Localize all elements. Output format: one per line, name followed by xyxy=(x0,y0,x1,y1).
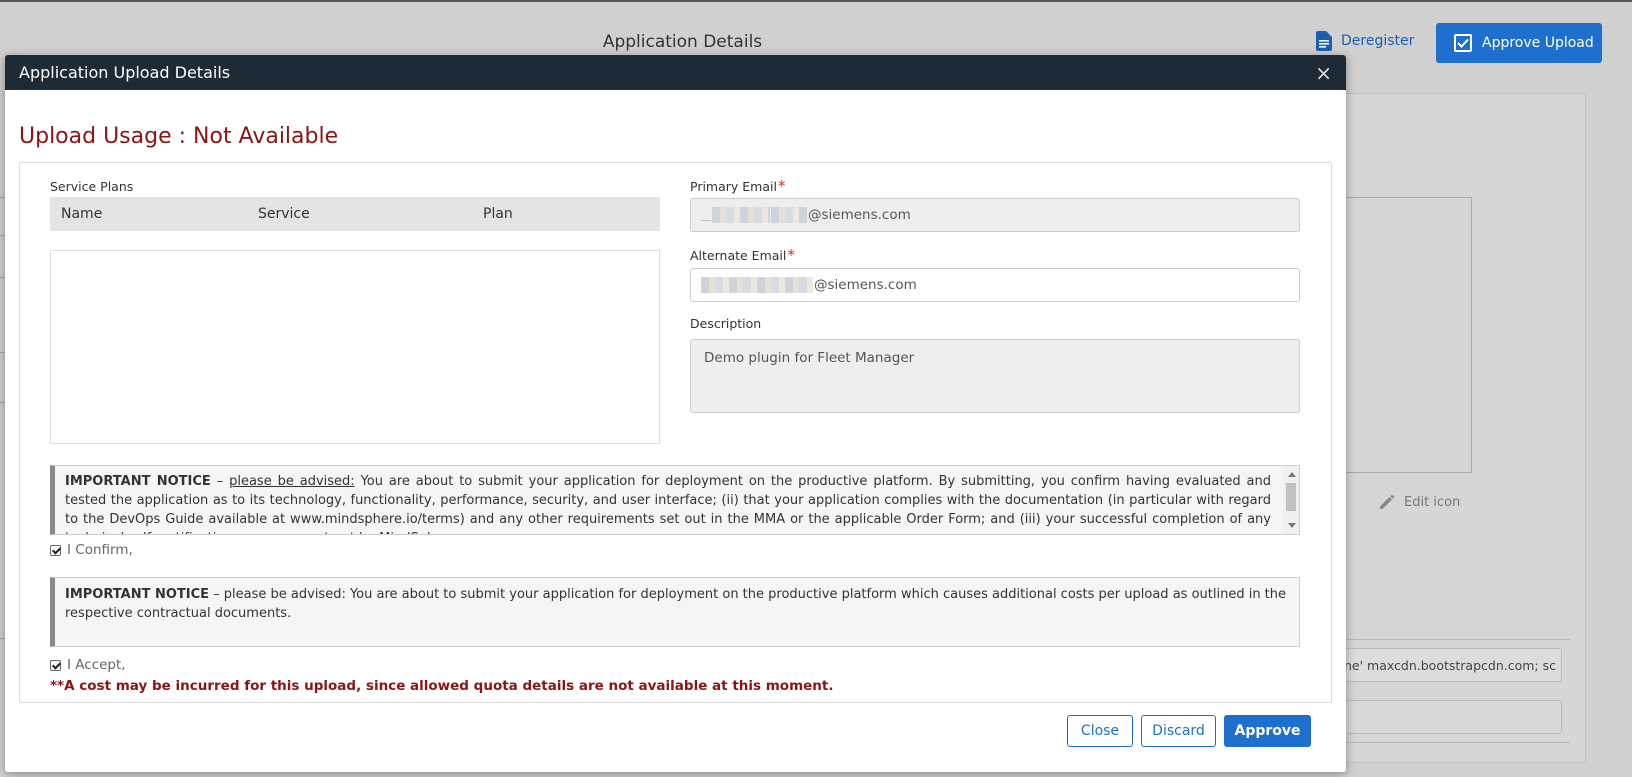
redacted-text xyxy=(771,207,807,223)
divider xyxy=(1340,742,1570,743)
csp-field[interactable]: ne' maxcdn.bootstrapcdn.com; sc xyxy=(1340,648,1562,682)
primary-email-domain: @siemens.com xyxy=(808,207,911,223)
document-icon xyxy=(1316,31,1332,51)
confirm-checkbox-row[interactable]: I Confirm, xyxy=(50,542,133,558)
approve-button[interactable]: Approve xyxy=(1224,715,1311,747)
confirm-label: I Confirm, xyxy=(67,542,133,558)
alternate-email-label: Alternate Email* xyxy=(690,246,795,264)
background-page-title: Application Details xyxy=(602,32,763,52)
service-plans-table-body xyxy=(50,250,660,444)
app-icon-preview xyxy=(1336,197,1472,473)
close-button[interactable]: Close xyxy=(1067,715,1133,747)
modal-title: Application Upload Details xyxy=(19,63,231,82)
important-notice-scrollbox[interactable]: IMPORTANT NOTICE – please be advised: Yo… xyxy=(50,465,1300,535)
column-header-name: Name xyxy=(61,206,103,222)
service-plans-label: Service Plans xyxy=(50,179,134,194)
scroll-down-icon[interactable] xyxy=(1288,523,1296,528)
modal-header: Application Upload Details × xyxy=(5,55,1346,90)
primary-email-field[interactable]: @siemens.com xyxy=(690,198,1300,232)
confirm-checkbox[interactable] xyxy=(50,544,61,556)
scroll-thumb[interactable] xyxy=(1286,483,1296,511)
pencil-icon xyxy=(1380,494,1395,509)
details-content: Service Plans Name Service Plan Primary … xyxy=(19,162,1332,703)
required-mark: * xyxy=(777,177,786,195)
divider xyxy=(1340,639,1570,640)
required-mark: * xyxy=(787,246,795,264)
column-header-plan: Plan xyxy=(483,206,513,222)
edit-icon-link[interactable]: Edit icon xyxy=(1378,493,1460,511)
deregister-label: Deregister xyxy=(1341,33,1415,49)
deregister-link[interactable]: Deregister xyxy=(1316,31,1414,51)
accept-label: I Accept, xyxy=(67,657,126,673)
checkbox-icon xyxy=(1454,34,1472,52)
description-field[interactable]: Demo plugin for Fleet Manager xyxy=(690,339,1300,413)
primary-email-label: Primary Email* xyxy=(690,177,786,195)
accept-checkbox-row[interactable]: I Accept, xyxy=(50,657,126,673)
redacted-text xyxy=(701,219,711,221)
approve-upload-label: Approve Upload xyxy=(1482,35,1594,51)
upload-details-modal: Application Upload Details × Upload Usag… xyxy=(5,55,1346,772)
notice-scrollbar[interactable] xyxy=(1283,466,1299,534)
scroll-up-icon[interactable] xyxy=(1288,472,1296,477)
background-field[interactable] xyxy=(1340,700,1562,734)
close-icon[interactable]: × xyxy=(1315,61,1332,85)
cost-notice-text: IMPORTANT NOTICE – please be advised: Yo… xyxy=(65,587,1287,621)
approve-upload-button[interactable]: Approve Upload xyxy=(1436,23,1602,63)
redacted-text xyxy=(712,207,770,223)
cost-notice-box: IMPORTANT NOTICE – please be advised: Yo… xyxy=(50,577,1300,647)
upload-usage-heading: Upload Usage : Not Available xyxy=(19,124,339,149)
redacted-text xyxy=(701,277,813,293)
cost-warning-text: **A cost may be incurred for this upload… xyxy=(50,678,834,694)
service-plans-table-header: Name Service Plan xyxy=(50,197,660,231)
discard-button[interactable]: Discard xyxy=(1141,715,1216,747)
alternate-email-domain: @siemens.com xyxy=(814,277,917,293)
description-label: Description xyxy=(690,316,762,331)
edit-icon-label: Edit icon xyxy=(1404,494,1461,510)
alternate-email-field[interactable]: @siemens.com xyxy=(690,268,1300,302)
column-header-service: Service xyxy=(258,206,310,222)
important-notice-text: IMPORTANT NOTICE – please be advised: Yo… xyxy=(65,474,1272,534)
accept-checkbox[interactable] xyxy=(50,659,61,671)
